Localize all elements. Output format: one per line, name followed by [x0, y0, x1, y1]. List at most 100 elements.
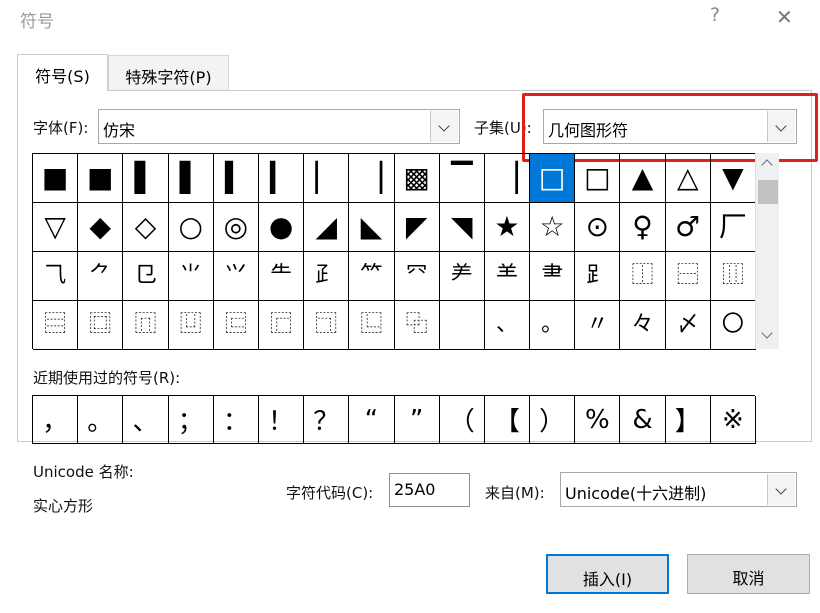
symbol-cell[interactable]: 〆: [665, 301, 711, 350]
chevron-down-icon[interactable]: [430, 111, 458, 142]
recent-symbol-cell[interactable]: ”: [394, 396, 440, 444]
symbol-cell[interactable]: △: [665, 154, 711, 203]
insert-button[interactable]: 插入(I): [546, 554, 669, 594]
symbol-cell[interactable]: ⿴: [78, 301, 124, 350]
recent-symbol-cell[interactable]: 】: [665, 396, 711, 444]
symbol-cell[interactable]: ▼: [710, 154, 756, 203]
symbol-cell[interactable]: ○: [168, 203, 214, 252]
scroll-thumb[interactable]: [758, 180, 778, 204]
tab-special-characters[interactable]: 特殊字符(P): [108, 55, 229, 90]
symbol-cell[interactable]: 、: [484, 301, 531, 350]
recent-symbols-grid[interactable]: ，。、；：！？ “” （【）% &】 ※: [32, 395, 756, 444]
from-select[interactable]: Unicode(十六进制): [560, 472, 797, 507]
symbol-cell[interactable]: ▎: [258, 154, 305, 203]
font-select[interactable]: 仿宋: [98, 109, 460, 144]
scroll-down-icon[interactable]: [761, 327, 773, 339]
symbol-cell[interactable]: [439, 301, 485, 350]
char-code-value: 25A0: [394, 480, 436, 499]
symbol-cell[interactable]: ⿲: [710, 252, 756, 301]
cancel-button[interactable]: 取消: [687, 554, 810, 594]
symbol-cell[interactable]: ◤: [394, 203, 440, 252]
symbol-cell[interactable]: ⊙: [575, 203, 621, 252]
symbol-cell[interactable]: ▽: [33, 203, 79, 252]
recent-symbol-cell[interactable]: 【: [484, 396, 531, 444]
subset-select[interactable]: 几何图形符: [543, 109, 797, 144]
symbol-cell[interactable]: ⿶: [168, 301, 214, 350]
symbol-cell[interactable]: ■: [33, 154, 79, 203]
symbol-cell[interactable]: ▍: [213, 154, 259, 203]
help-icon[interactable]: ?: [710, 4, 720, 26]
symbol-cell[interactable]: ■: [78, 154, 124, 203]
recent-symbol-cell[interactable]: %: [575, 396, 621, 444]
symbol-cell[interactable]: 厂: [710, 203, 756, 252]
symbol-cell[interactable]: ⿳: [33, 301, 79, 350]
symbol-cell[interactable]: ⿺: [349, 301, 395, 350]
symbol-cell[interactable]: ●: [258, 203, 305, 252]
recent-symbol-cell[interactable]: ）: [530, 396, 576, 444]
symbol-cell[interactable]: ▏: [304, 154, 350, 203]
symbol-cell[interactable]: 。: [530, 301, 576, 350]
symbol-cell[interactable]: ⺷: [484, 252, 531, 301]
symbol-grid[interactable]: ■ ■ ▌ ▌ ▍ ▎ ▏ ▕ ▩ ▔ ▕ □ □ ▲ △ ▼ ▽ ◆ ◇ ○ ◎ ● ◢ ◣ ◤ ◥ ★ ☆ ⊙ ♀ ♂ 厂⺄⺈⺋⺌⺍⺧⺪⺮…: [32, 153, 756, 350]
symbol-cell[interactable]: ▔: [439, 154, 485, 203]
symbol-cell[interactable]: ♂: [665, 203, 711, 252]
symbol-cell[interactable]: ▩: [394, 154, 440, 203]
recent-symbol-cell[interactable]: ！: [258, 396, 305, 444]
symbol-cell[interactable]: ⺮: [349, 252, 395, 301]
symbol-cell[interactable]: ▌: [123, 154, 169, 203]
symbol-cell[interactable]: ☆: [530, 203, 576, 252]
symbol-cell[interactable]: ⺌: [168, 252, 214, 301]
symbol-cell[interactable]: ⺈: [78, 252, 124, 301]
recent-symbol-cell[interactable]: （: [439, 396, 485, 444]
symbol-cell[interactable]: ⺪: [304, 252, 350, 301]
symbol-cell[interactable]: ⿻: [394, 301, 440, 350]
symbol-cell[interactable]: ▲: [620, 154, 666, 203]
chevron-down-icon[interactable]: [767, 111, 795, 142]
close-icon[interactable]: ✕: [776, 5, 793, 29]
recent-symbol-cell[interactable]: &: [620, 396, 666, 444]
symbol-cell[interactable]: ♀: [620, 203, 666, 252]
chevron-down-icon[interactable]: [767, 474, 795, 505]
symbol-cell[interactable]: ◎: [213, 203, 259, 252]
symbol-cell[interactable]: ◆: [78, 203, 124, 252]
symbol-cell[interactable]: 〃: [575, 301, 621, 350]
symbol-cell[interactable]: ⿸: [258, 301, 305, 350]
symbol-cell[interactable]: ⿱: [665, 252, 711, 301]
tab-symbols[interactable]: 符号(S): [17, 54, 108, 91]
symbol-cell[interactable]: ⺄: [33, 252, 79, 301]
symbol-cell[interactable]: ⿵: [123, 301, 169, 350]
symbol-cell[interactable]: ⻊: [575, 252, 621, 301]
symbol-cell[interactable]: ⺋: [123, 252, 169, 301]
symbol-cell[interactable]: ⺶: [439, 252, 485, 301]
char-code-input[interactable]: 25A0: [389, 473, 470, 507]
symbol-cell[interactable]: ⿹: [304, 301, 350, 350]
recent-symbol-cell[interactable]: ；: [168, 396, 214, 444]
symbol-cell[interactable]: ⿷: [213, 301, 259, 350]
symbol-cell[interactable]: ⺧: [258, 252, 305, 301]
symbol-cell[interactable]: □: [575, 154, 621, 203]
symbol-cell[interactable]: ★: [484, 203, 531, 252]
symbol-cell[interactable]: 〇: [710, 301, 756, 350]
symbol-cell[interactable]: □: [530, 154, 576, 203]
recent-symbol-cell[interactable]: ※: [710, 396, 756, 444]
symbol-cell[interactable]: ▕: [349, 154, 395, 203]
recent-symbol-cell[interactable]: 、: [123, 396, 169, 444]
symbol-cell[interactable]: 々: [620, 301, 666, 350]
symbol-cell[interactable]: ▌: [168, 154, 214, 203]
recent-symbol-cell[interactable]: ，: [33, 396, 79, 444]
recent-symbol-cell[interactable]: ？: [304, 396, 350, 444]
symbol-cell[interactable]: ◇: [123, 203, 169, 252]
symbol-cell[interactable]: ◢: [304, 203, 350, 252]
recent-symbol-cell[interactable]: ：: [213, 396, 259, 444]
symbol-cell[interactable]: ⺻: [530, 252, 576, 301]
recent-symbol-cell[interactable]: “: [349, 396, 395, 444]
scroll-up-icon[interactable]: [761, 159, 773, 171]
symbol-cell[interactable]: ▕: [484, 154, 531, 203]
symbol-cell[interactable]: ⺳: [394, 252, 440, 301]
recent-symbol-cell[interactable]: 。: [78, 396, 124, 444]
symbol-cell[interactable]: ⿰: [620, 252, 666, 301]
symbol-cell[interactable]: ⺍: [213, 252, 259, 301]
symbol-grid-scrollbar[interactable]: [755, 153, 779, 349]
symbol-cell[interactable]: ◣: [349, 203, 395, 252]
symbol-cell[interactable]: ◥: [439, 203, 485, 252]
